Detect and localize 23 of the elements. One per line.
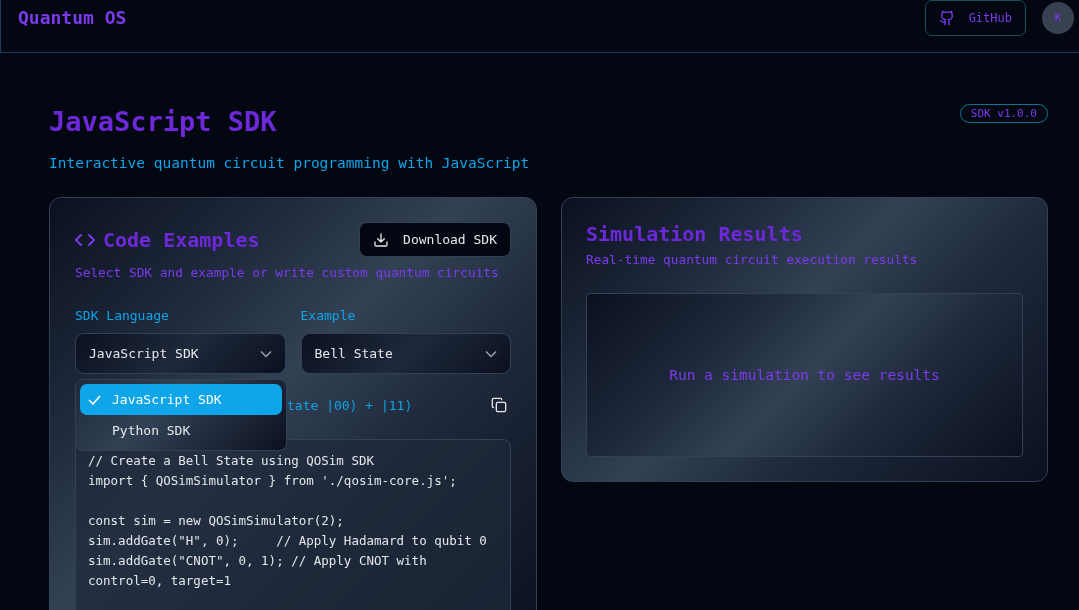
field-label: SDK Language: [75, 308, 170, 323]
brand-name: Quantum OS: [18, 7, 127, 28]
copy-icon[interactable]: [491, 397, 507, 413]
card-description: Real-time quantum circuit execution results: [586, 252, 919, 267]
code-icon: [75, 232, 95, 247]
download-icon: [373, 231, 390, 248]
github-button[interactable]: GitHub: [924, 0, 1026, 36]
chevron-down-icon: [485, 349, 497, 358]
code-editor[interactable]: // Create a Bell State using QOSim SDK import { QOSimSimulator } from './qosim-core.js'; const sim = new QOSimSimulator(2); sim.addGate("H", 0); // Apply Hadamard to qubit 0 sim.addGate("CNOT", 0, 1); // Apply CNOT with control=0, target=1: [75, 439, 511, 610]
chevron-down-icon: [259, 349, 272, 358]
page-title: JavaScript SDK: [49, 105, 278, 139]
check-icon: [88, 394, 101, 405]
github-icon: [938, 9, 955, 26]
language-select[interactable]: JavaScript SDK: [75, 333, 286, 374]
field-label: Example: [300, 308, 357, 323]
example-select[interactable]: Bell State: [300, 333, 511, 374]
example-description: tate |00⟩ + |11⟩: [287, 397, 413, 413]
card-title: Code Examples: [103, 227, 260, 252]
page-subtitle: Interactive quantum circuit programming with JavaScript: [49, 155, 530, 171]
empty-message: Run a simulation to see results: [669, 367, 940, 383]
download-sdk-button[interactable]: Download SDK: [359, 222, 511, 257]
card-title: Simulation Results: [586, 222, 804, 246]
card-description: Select SDK and example or write custom quantum circuits: [75, 265, 500, 280]
